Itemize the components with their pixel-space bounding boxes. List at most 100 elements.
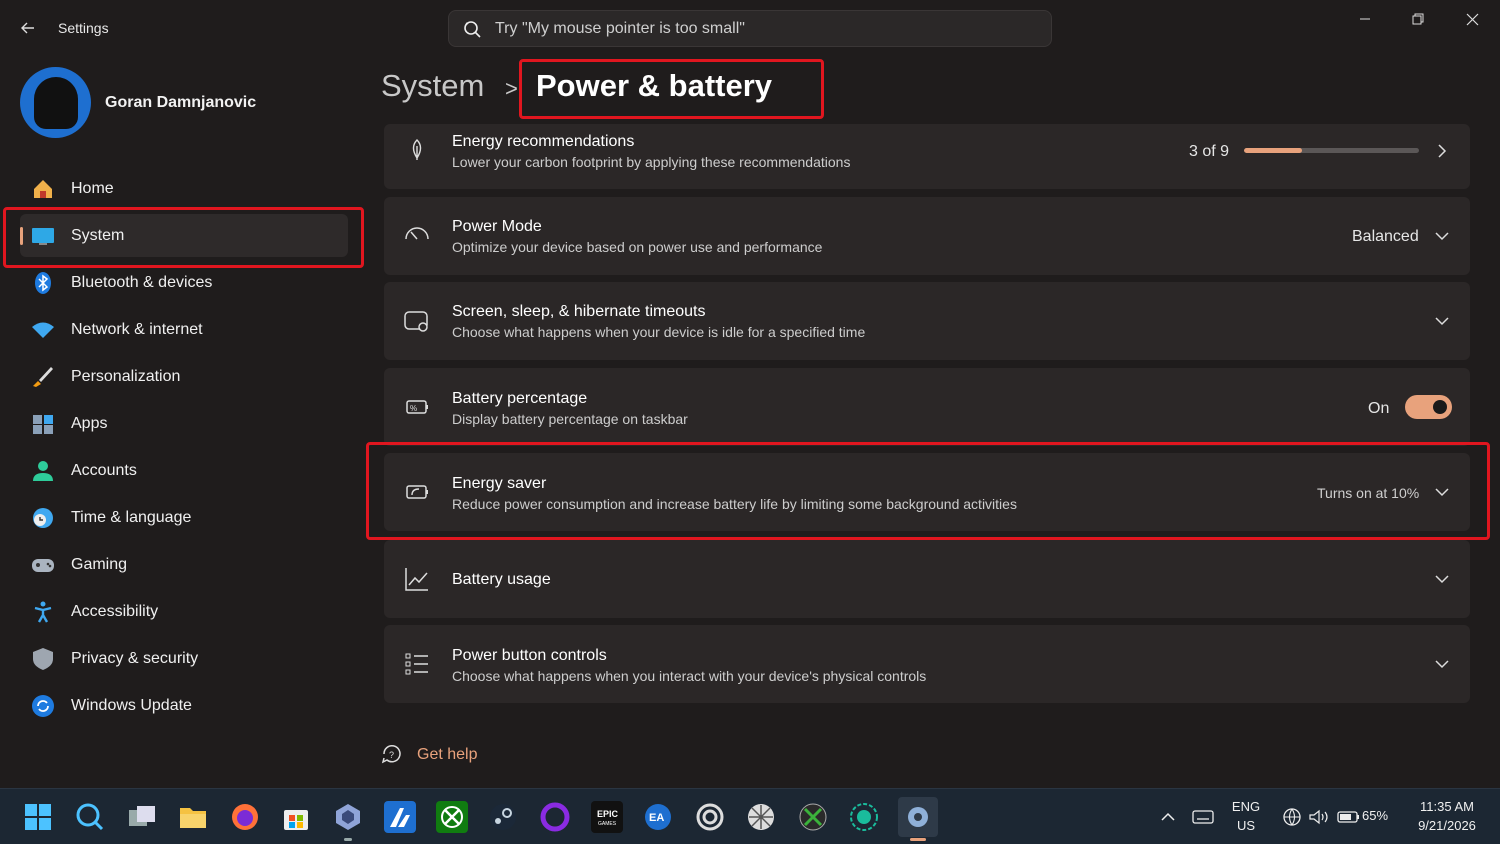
chevron-down-icon[interactable] <box>1432 311 1452 331</box>
epic-games-icon[interactable]: EPIC GAMES <box>591 801 623 833</box>
sidebar-item-privacy[interactable]: Privacy & security <box>20 637 348 680</box>
gauge-icon <box>404 222 430 248</box>
ubisoft-icon[interactable] <box>694 801 726 833</box>
list-icon <box>404 651 430 677</box>
title-bar: Settings Try "My mouse pointer is too sm… <box>0 0 1500 56</box>
settings-window: Settings Try "My mouse pointer is too sm… <box>0 0 1500 788</box>
language-line2[interactable]: US <box>1226 818 1266 833</box>
search-box[interactable]: Try "My mouse pointer is too small" <box>448 10 1052 47</box>
keyboard-icon[interactable] <box>1187 801 1219 833</box>
battery-percentage-toggle[interactable] <box>1405 395 1452 419</box>
battery-percentage-card: % Battery percentage Display battery per… <box>384 368 1470 446</box>
timeouts-card[interactable]: Screen, sleep, & hibernate timeouts Choo… <box>384 282 1470 360</box>
minimize-button[interactable] <box>1342 4 1388 34</box>
power-button-desc: Choose what happens when you interact wi… <box>452 668 927 684</box>
power-mode-value[interactable]: Balanced <box>1352 228 1419 246</box>
highlight-box-system <box>3 207 364 268</box>
brush-icon <box>31 365 55 389</box>
help-chat-icon: ? <box>381 745 401 764</box>
timeouts-title: Screen, sleep, & hibernate timeouts <box>452 303 706 320</box>
gog-icon[interactable] <box>745 801 777 833</box>
power-button-card[interactable]: Power button controls Choose what happen… <box>384 625 1470 703</box>
circle-app-icon[interactable] <box>539 801 571 833</box>
svg-text:EPIC: EPIC <box>597 809 619 819</box>
update-icon <box>31 694 55 718</box>
clock-time[interactable]: 11:35 AM <box>1400 799 1494 814</box>
avatar <box>20 67 91 138</box>
minimize-icon <box>1360 18 1370 20</box>
breadcrumb-separator: > <box>505 76 518 101</box>
sidebar-item-windows-update[interactable]: Windows Update <box>20 684 348 727</box>
person-icon <box>31 459 55 483</box>
breadcrumb-system[interactable]: System <box>381 68 484 104</box>
get-help-link[interactable]: ? Get help <box>381 744 477 766</box>
power-button-title: Power button controls <box>452 647 607 664</box>
battery-usage-title: Battery usage <box>452 571 551 588</box>
xbox-alt-icon[interactable] <box>797 801 829 833</box>
apps-icon <box>31 412 55 436</box>
battery-percentage-title: Battery percentage <box>452 390 588 407</box>
toggle-state-label: On <box>1368 400 1390 417</box>
leaf-icon <box>404 137 430 163</box>
back-button[interactable] <box>14 14 42 42</box>
energy-recommendations-card[interactable]: Energy recommendations Lower your carbon… <box>384 124 1470 189</box>
volume-icon[interactable] <box>1303 801 1335 833</box>
chevron-down-icon[interactable] <box>1432 226 1452 246</box>
battery-percent-label: 65% <box>1362 808 1389 823</box>
back-arrow-icon <box>21 22 34 34</box>
sidebar-item-network[interactable]: Network & internet <box>20 308 348 351</box>
svg-text:EA: EA <box>649 812 664 824</box>
home-icon <box>31 177 55 201</box>
chevron-down-icon[interactable] <box>1432 654 1452 674</box>
settings-icon[interactable] <box>898 797 938 841</box>
chevron-down-icon[interactable] <box>1432 569 1452 589</box>
chevron-right-icon[interactable] <box>1432 141 1452 161</box>
gamebar-icon[interactable] <box>848 801 880 833</box>
accessibility-icon <box>31 600 55 624</box>
profile-name: Goran Damnjanovic <box>105 93 257 111</box>
file-explorer-icon[interactable] <box>177 801 209 833</box>
energy-progress-bar <box>1244 148 1419 153</box>
start-icon[interactable] <box>22 801 54 833</box>
xbox-icon[interactable] <box>436 801 468 833</box>
toolbox-icon[interactable] <box>332 801 364 841</box>
energy-recommendations-title: Energy recommendations <box>452 133 635 150</box>
sidebar-item-personalization[interactable]: Personalization <box>20 355 348 398</box>
search-input[interactable]: Try "My mouse pointer is too small" <box>495 20 745 38</box>
language-line1[interactable]: ENG <box>1226 799 1266 814</box>
steam-icon[interactable] <box>487 801 519 833</box>
chevron-up-icon[interactable] <box>1152 801 1184 833</box>
sidebar-item-time-language[interactable]: Time & language <box>20 496 348 539</box>
task-view-icon[interactable] <box>126 801 158 833</box>
energy-progress-text: 3 of 9 <box>1189 143 1230 160</box>
svg-text:GAMES: GAMES <box>598 821 617 827</box>
screen-sleep-icon <box>404 308 430 334</box>
wifi-icon <box>31 318 55 342</box>
shield-icon <box>31 647 55 671</box>
clock-date[interactable]: 9/21/2026 <box>1400 818 1494 833</box>
affinity-icon[interactable] <box>384 801 416 833</box>
firefox-icon[interactable] <box>229 801 261 833</box>
timeouts-desc: Choose what happens when your device is … <box>452 324 866 340</box>
svg-text:%: % <box>410 404 417 413</box>
ea-icon[interactable]: EA <box>642 801 674 833</box>
store-icon[interactable] <box>280 801 312 833</box>
user-profile[interactable]: Goran Damnjanovic <box>20 67 256 138</box>
chart-line-icon <box>404 566 430 592</box>
sidebar-item-gaming[interactable]: Gaming <box>20 543 348 586</box>
app-title: Settings <box>58 20 109 36</box>
battery-percentage-desc: Display battery percentage on taskbar <box>452 411 688 427</box>
sidebar-item-apps[interactable]: Apps <box>20 402 348 445</box>
close-button[interactable] <box>1449 4 1495 34</box>
highlight-box-title <box>519 59 824 119</box>
sidebar-item-home[interactable]: Home <box>20 167 348 210</box>
energy-recommendations-desc: Lower your carbon footprint by applying … <box>452 154 851 170</box>
bluetooth-icon <box>31 271 55 295</box>
restore-button[interactable] <box>1395 4 1441 34</box>
sidebar-item-accounts[interactable]: Accounts <box>20 449 348 492</box>
sidebar-item-accessibility[interactable]: Accessibility <box>20 590 348 633</box>
battery-usage-card[interactable]: Battery usage <box>384 540 1470 618</box>
battery-icon[interactable] <box>1333 801 1365 833</box>
power-mode-card[interactable]: Power Mode Optimize your device based on… <box>384 197 1470 275</box>
search-icon[interactable] <box>74 801 106 833</box>
